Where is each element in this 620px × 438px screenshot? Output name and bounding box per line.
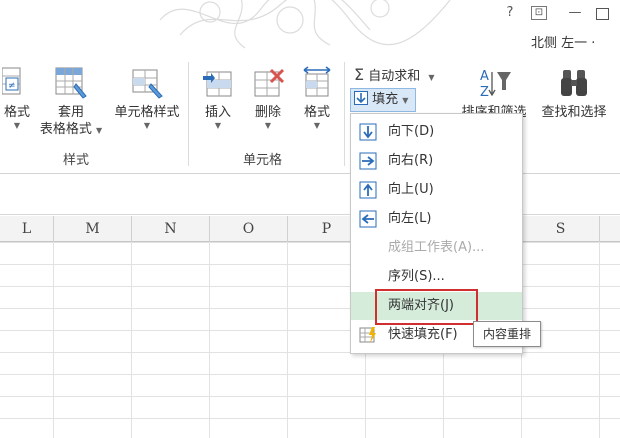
format-as-table-label-1: 套用 — [57, 105, 84, 120]
justify-tooltip: 内容重排 — [473, 321, 541, 347]
group-divider — [188, 62, 189, 166]
arrow-up-icon — [359, 181, 377, 199]
user-name[interactable]: 北侧 左一 · — [531, 32, 595, 51]
delete-cells-icon — [254, 68, 285, 97]
series-item[interactable]: 序列(S)... — [351, 263, 522, 291]
column-header-t[interactable] — [600, 216, 620, 242]
grid-line — [131, 242, 132, 438]
fill-up-item[interactable]: 向上(U) — [351, 176, 522, 204]
find-select-button[interactable]: 查找和选择 — [535, 66, 613, 121]
insert-cells-icon — [203, 71, 232, 97]
chevron-down-icon: ▼ — [264, 121, 272, 130]
binoculars-icon — [561, 70, 587, 96]
cell-styles-button[interactable]: 单元格样式 ▼ — [110, 66, 184, 131]
menu-item-label: 快速填充(F) — [388, 327, 458, 342]
cells-group-label: 单元格 — [243, 153, 283, 168]
sigma-icon: Σ — [354, 65, 365, 84]
column-header-n[interactable]: N — [132, 216, 210, 242]
delete-button[interactable]: 删除 ▼ — [248, 66, 288, 131]
grid-line — [287, 242, 288, 438]
autosum-button[interactable]: Σ 自动求和 ▼ — [354, 66, 435, 87]
format-as-table-button[interactable]: 套用 表格格式 ▼ — [36, 66, 106, 139]
help-button[interactable]: ? — [500, 4, 520, 22]
styles-group-label: 样式 — [63, 153, 90, 168]
svg-text:≠: ≠ — [8, 81, 16, 91]
across-worksheets-item: 成组工作表(A)... — [351, 234, 522, 262]
format-button[interactable]: 格式 ▼ — [296, 66, 338, 131]
cell-styles-label: 单元格样式 — [114, 105, 180, 120]
insert-label: 插入 — [204, 105, 231, 120]
ribbon-display-button[interactable]: ⊡ — [531, 6, 547, 20]
column-header-row: L M N O P S — [0, 216, 620, 242]
conditional-format-button[interactable]: ≠ 格式 ▼ — [0, 66, 34, 131]
format-as-table-icon — [55, 67, 87, 99]
fill-down-item[interactable]: 向下(D) — [351, 118, 522, 146]
insert-button[interactable]: 插入 ▼ — [196, 66, 240, 131]
conditional-format-label: 格式 — [3, 105, 30, 120]
arrow-down-icon — [354, 91, 368, 105]
menu-item-label: 成组工作表(A)... — [388, 240, 485, 255]
column-header-s[interactable]: S — [522, 216, 600, 242]
format-label: 格式 — [303, 105, 330, 120]
grid-line — [599, 242, 600, 438]
annotation-highlight-box — [375, 289, 478, 325]
menu-item-label: 向下(D) — [388, 124, 435, 139]
menu-item-label: 向上(U) — [388, 182, 434, 197]
arrow-left-icon — [359, 210, 377, 228]
chevron-down-icon: ▼ — [428, 73, 435, 82]
decorative-swirl — [159, 0, 451, 49]
ribbon: ≠ 格式 ▼ 套用 表格格式 ▼ 单元格样式 ▼ 样式 插入 ▼ 删除 ▼ 格式… — [0, 56, 620, 174]
chevron-down-icon: ▼ — [402, 96, 409, 105]
autosum-label: 自动求和 — [368, 69, 421, 84]
column-header-l[interactable]: L — [0, 216, 54, 242]
arrow-down-icon — [359, 123, 377, 141]
find-select-label: 查找和选择 — [541, 105, 607, 120]
column-header-m[interactable]: M — [54, 216, 132, 242]
grid-line — [209, 242, 210, 438]
title-bar: ? ⊡ — 北侧 左一 · — [0, 0, 620, 56]
minimize-button[interactable]: — — [565, 4, 585, 22]
fill-label: 填充 — [372, 92, 399, 107]
menu-item-label: 向右(R) — [388, 153, 434, 168]
chevron-down-icon: ▼ — [214, 121, 222, 130]
format-as-table-label-2: 表格格式 — [39, 122, 92, 137]
fill-right-item[interactable]: 向右(R) — [351, 147, 522, 175]
menu-item-label: 向左(L) — [388, 211, 432, 226]
chevron-down-icon: ▼ — [13, 121, 21, 130]
conditional-format-icon: ≠ — [2, 67, 21, 95]
column-header-o[interactable]: O — [210, 216, 288, 242]
arrow-right-icon — [359, 152, 377, 170]
svg-text:A: A — [480, 69, 489, 84]
maximize-button[interactable] — [596, 8, 609, 20]
format-cells-icon — [303, 66, 331, 97]
chevron-down-icon: ▼ — [313, 121, 321, 130]
fill-button[interactable]: 填充 ▼ — [350, 88, 416, 112]
fill-left-item[interactable]: 向左(L) — [351, 205, 522, 233]
formula-bar-area[interactable] — [0, 175, 620, 215]
grid-line — [53, 242, 54, 438]
svg-text:Z: Z — [480, 85, 489, 100]
delete-label: 删除 — [254, 105, 281, 120]
chevron-down-icon: ▼ — [96, 126, 103, 135]
excel-window: ? ⊡ — 北侧 左一 · ≠ 格式 ▼ 套用 表格格式 ▼ 单元格样式 ▼ 样… — [0, 0, 620, 438]
cell-styles-icon — [132, 69, 163, 99]
flash-fill-icon — [359, 327, 376, 343]
menu-item-label: 序列(S)... — [388, 269, 445, 284]
group-divider — [344, 62, 345, 166]
sort-filter-icon: A Z — [480, 69, 511, 100]
chevron-down-icon: ▼ — [143, 121, 151, 130]
